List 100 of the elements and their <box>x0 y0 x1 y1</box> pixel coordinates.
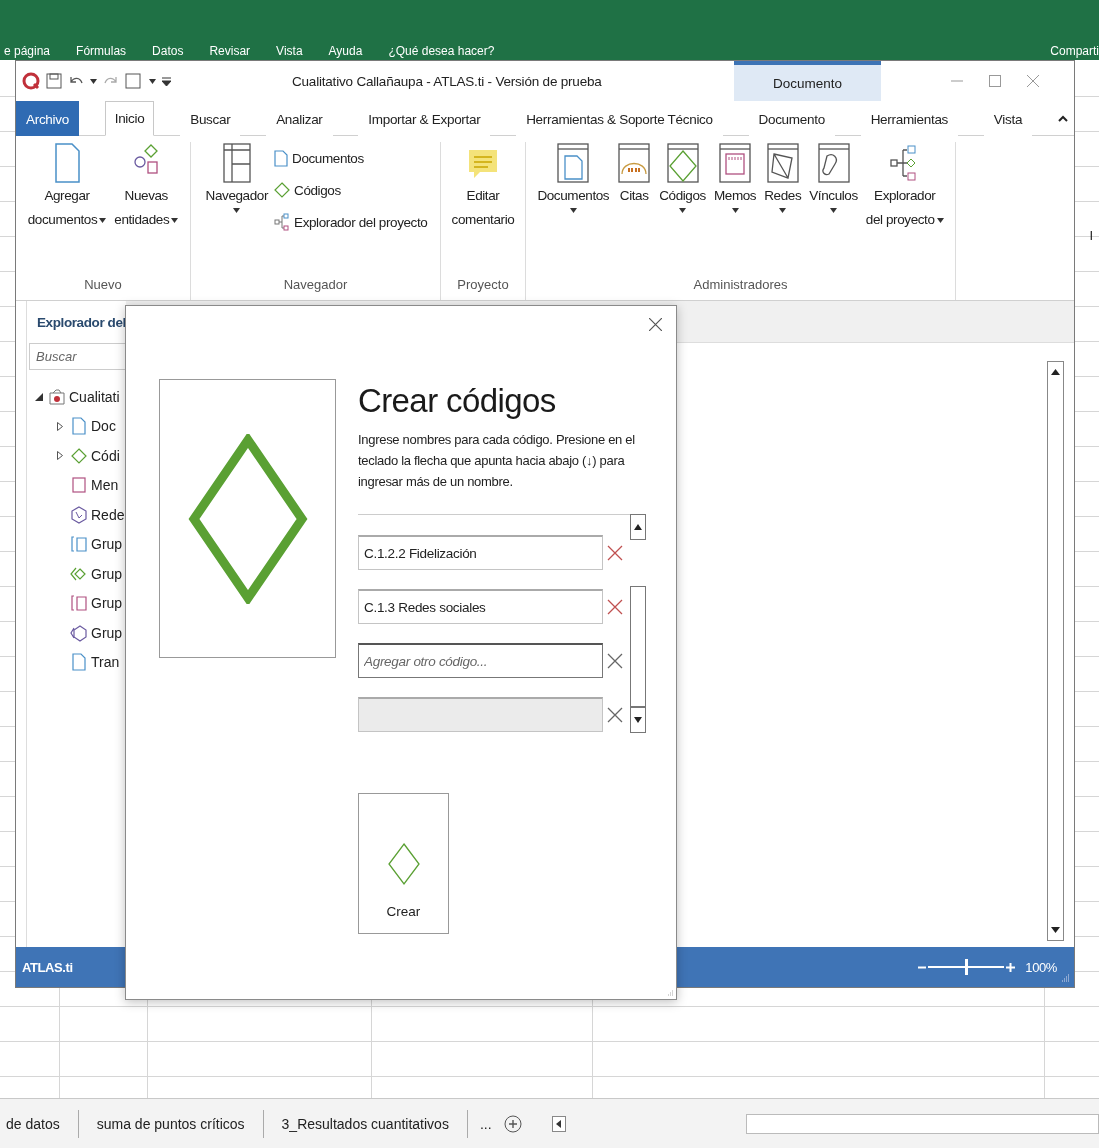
remove-icon[interactable] <box>607 706 623 723</box>
tree-item-label: Cualitati <box>69 388 120 405</box>
ribbon-button[interactable]: Citas <box>615 142 654 277</box>
sheet-tab[interactable]: 3_Resultados cuantitativos <box>263 1109 468 1138</box>
tree-item-label: Men <box>91 477 119 494</box>
code-name-field[interactable]: C.1.2.2 Fidelización <box>358 535 603 570</box>
share-button[interactable]: Comparti <box>1050 44 1099 58</box>
ribbon-button[interactable]: Explorador del proyecto <box>863 142 946 277</box>
ribbon-button[interactable]: Vínculos <box>807 142 860 277</box>
file-tab[interactable]: Archivo <box>16 101 79 136</box>
dropdown-caret-icon <box>830 208 838 213</box>
remove-icon[interactable] <box>607 544 623 561</box>
app-logo-icon <box>22 72 40 90</box>
excel-menu-tab[interactable]: Vista <box>276 44 303 58</box>
zoom-out-icon[interactable] <box>918 965 927 969</box>
maximize-icon[interactable] <box>989 75 1001 87</box>
memo-icon <box>70 476 88 495</box>
save-icon[interactable] <box>46 73 62 89</box>
ribbon-button[interactable]: Códigos <box>274 176 428 204</box>
context-tab-header: Documento <box>734 61 881 101</box>
zoom-in-icon[interactable] <box>1006 962 1016 972</box>
tree-item[interactable]: Tran <box>29 647 126 677</box>
group-label: Proyecto <box>456 277 510 294</box>
dropdown-caret-icon <box>936 217 944 223</box>
tree-item-label: Grup <box>91 565 123 582</box>
tree-item[interactable]: Grup <box>29 529 126 559</box>
ribbon-button[interactable]: Códigos <box>657 142 708 277</box>
search-field[interactable]: Buscar <box>29 343 126 370</box>
sheet-tab[interactable]: suma de puntos críticos <box>78 1109 264 1138</box>
ribbon-button[interactable]: Memos <box>711 142 759 277</box>
tell-me-search[interactable]: ¿Qué desea hacer? <box>388 44 495 58</box>
diamond-icon <box>70 446 88 465</box>
dropdown-caret-icon <box>99 217 107 223</box>
ribbon-button[interactable]: Nuevas entidades <box>112 142 181 277</box>
document-icon <box>70 653 88 672</box>
dropdown-caret-icon <box>171 217 179 223</box>
tree-item-label: Rede <box>91 506 125 523</box>
group-label: Navegador <box>282 277 349 294</box>
tree-item-label: Grup <box>91 624 123 641</box>
remove-icon[interactable] <box>607 652 623 669</box>
scroll-up-icon[interactable] <box>634 524 642 530</box>
tree-item[interactable]: Códi <box>29 441 126 471</box>
quote-icon <box>617 142 652 184</box>
sheet-tab[interactable]: de datos <box>0 1109 79 1138</box>
collapsed-arrow-icon[interactable] <box>57 421 63 431</box>
group-label: Nuevo <box>83 277 123 294</box>
tree-item-label: Códi <box>91 447 120 464</box>
dropdown-caret-icon <box>679 208 687 213</box>
tree-icon <box>274 213 291 231</box>
excel-menu-tab[interactable]: Revisar <box>209 44 251 58</box>
tree-item[interactable]: Cualitati <box>29 382 126 412</box>
tree-item[interactable]: Rede <box>29 500 126 530</box>
scroll-down-icon[interactable] <box>634 717 642 723</box>
dropdown-caret-icon <box>233 208 241 213</box>
ribbon-button[interactable]: Navegador <box>203 142 271 277</box>
excel-menu-tab[interactable]: e página <box>4 44 51 58</box>
create-button[interactable]: Crear <box>358 793 449 934</box>
ribbon-button[interactable]: Documentos <box>274 144 428 172</box>
ribbon-button[interactable]: Redes <box>762 142 804 277</box>
group-icon <box>70 535 88 554</box>
excel-menu-tab[interactable]: Datos <box>152 44 184 58</box>
scroll-left-icon[interactable] <box>551 1115 566 1132</box>
tree-item[interactable]: Men <box>29 470 126 500</box>
close-icon[interactable] <box>649 318 662 331</box>
code-name-field[interactable]: C.1.3 Redes sociales <box>358 589 603 624</box>
remove-icon[interactable] <box>607 598 623 615</box>
tree-item[interactable]: Grup <box>29 559 126 589</box>
document-icon <box>70 417 88 436</box>
tree-item-label: Grup <box>91 595 123 612</box>
excel-menu-tab[interactable]: Ayuda <box>328 44 363 58</box>
tree-item-label: Doc <box>91 418 116 435</box>
ribbon-button[interactable]: Documentos <box>535 142 612 277</box>
expanded-arrow-icon[interactable] <box>35 392 43 401</box>
dropdown-caret-icon <box>731 208 739 213</box>
ribbon-tab[interactable]: Inicio <box>104 101 155 136</box>
panel-title: Explorador del <box>36 314 126 332</box>
zoom-percentage: 100% <box>1025 959 1057 975</box>
excel-menu-tab[interactable]: Fórmulas <box>76 44 127 58</box>
caret-icon <box>149 78 156 84</box>
tree-item[interactable]: Grup <box>29 588 126 618</box>
collapsed-arrow-icon[interactable] <box>57 451 63 461</box>
dialog-instructions: Ingrese nombres para cada código. Presione en el teclado la flecha que apunta hacia abajo (↓) para ingresar más de un nombre. <box>358 431 636 491</box>
ribbon-button[interactable]: Explorador del proyecto <box>274 208 428 236</box>
ribbon-button[interactable]: Agregar documentos <box>25 142 109 277</box>
network-icon <box>765 142 800 184</box>
tree-item[interactable]: Doc <box>29 411 126 441</box>
horizontal-scrollbar[interactable] <box>745 1113 1099 1134</box>
memo-icon <box>718 142 753 184</box>
network-icon <box>70 505 88 524</box>
customize-caret-icon[interactable] <box>162 76 171 86</box>
zoom-slider-thumb[interactable] <box>964 959 968 975</box>
add-sheet-icon[interactable] <box>503 1114 522 1133</box>
code-name-field[interactable]: Agregar otro código... <box>358 643 603 678</box>
vertical-scrollbar[interactable] <box>1047 361 1064 941</box>
diamond-icon <box>386 842 421 886</box>
list-scrollbar[interactable] <box>630 514 646 733</box>
ribbon-button[interactable]: Editar comentario <box>449 142 517 277</box>
tree-item[interactable]: Grup <box>29 618 126 648</box>
more-sheets-button[interactable]: ... <box>467 1115 504 1132</box>
cell-text: I <box>1089 228 1093 243</box>
